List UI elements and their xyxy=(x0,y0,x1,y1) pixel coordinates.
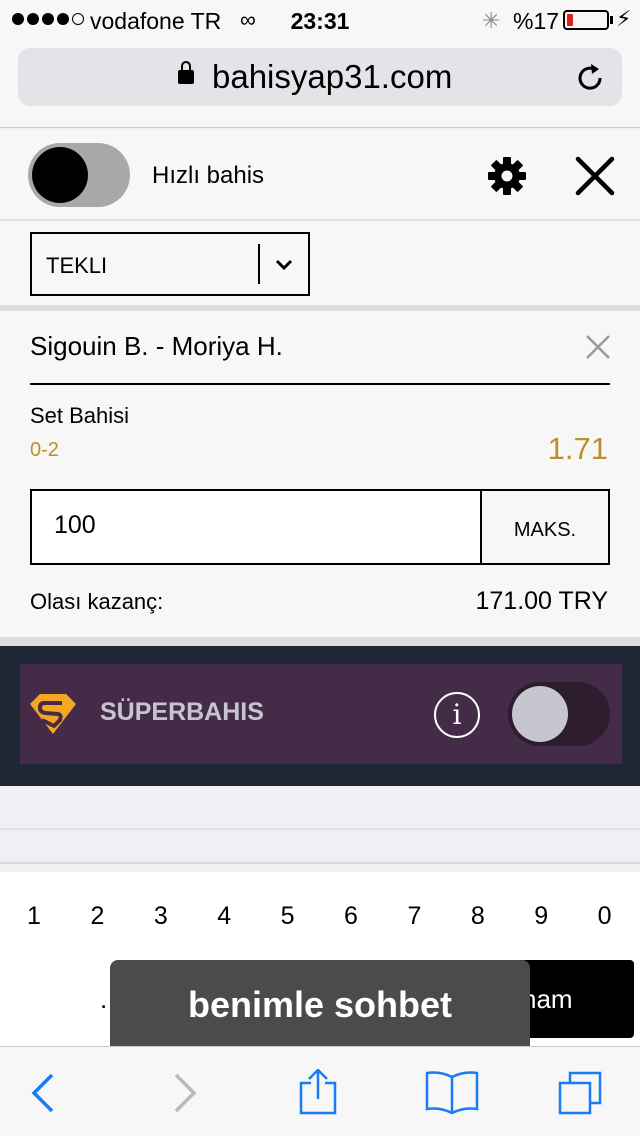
charging-bolt-icon: ⚡ xyxy=(616,6,632,31)
info-icon[interactable]: i xyxy=(434,692,480,738)
number-key-3[interactable]: 3 xyxy=(146,902,176,931)
number-key-8[interactable]: 8 xyxy=(463,902,493,931)
number-key-9[interactable]: 9 xyxy=(526,902,556,931)
bet-selection-card: Sigouin B. - Moriya H. Set Bahisi 0-2 1.… xyxy=(0,311,640,637)
reload-icon[interactable] xyxy=(574,62,606,94)
activity-spinner-icon: ✳ xyxy=(482,8,501,33)
bet-type-row: TEKLI xyxy=(0,221,640,305)
superbet-section: SÜPERBAHIS i xyxy=(0,646,640,786)
bet-type-select[interactable]: TEKLI xyxy=(30,232,310,296)
address-bar-container: bahisyap31.com xyxy=(0,40,640,128)
browser-toolbar xyxy=(0,1046,640,1136)
market-name: Set Bahisi xyxy=(30,403,130,428)
selection-pick: 0-2 xyxy=(30,439,59,461)
battery-icon xyxy=(563,10,609,30)
share-icon[interactable] xyxy=(294,1069,342,1117)
chevron-down-icon xyxy=(275,259,293,271)
superbet-logo-icon xyxy=(30,694,76,734)
address-bar[interactable]: bahisyap31.com xyxy=(18,48,622,106)
tabs-icon[interactable] xyxy=(556,1069,604,1117)
forward-arrow-icon[interactable] xyxy=(160,1069,208,1117)
stake-input[interactable]: 100 xyxy=(30,489,482,565)
empty-row xyxy=(0,830,640,864)
back-arrow-icon[interactable] xyxy=(20,1069,68,1117)
gear-icon[interactable] xyxy=(486,155,528,197)
decimal-key[interactable]: . xyxy=(100,984,107,1015)
number-key-6[interactable]: 6 xyxy=(336,902,366,931)
remove-selection-icon[interactable] xyxy=(584,333,612,361)
number-key-2[interactable]: 2 xyxy=(82,902,112,931)
bet-slip-header: Hızlı bahis xyxy=(0,129,640,221)
number-key-1[interactable]: 1 xyxy=(19,902,49,931)
url-text[interactable]: bahisyap31.com xyxy=(212,58,452,96)
superbet-bar: SÜPERBAHIS i xyxy=(20,664,622,764)
bookmarks-icon[interactable] xyxy=(424,1069,480,1117)
battery-percentage: %17 xyxy=(513,8,560,34)
max-stake-button[interactable]: MAKS. xyxy=(480,489,610,565)
status-bar: vodafone TR ∞ 23:31 ✳ %17 ⚡ xyxy=(0,0,640,40)
bet-slip: Hızlı bahis TEKLI Sigouin B. - Moriya H.… xyxy=(0,129,640,649)
number-key-4[interactable]: 4 xyxy=(209,902,239,931)
card-divider xyxy=(30,383,610,385)
superbet-label: SÜPERBAHIS xyxy=(100,698,264,726)
potential-win-value: 171.00 TRY xyxy=(475,587,608,615)
number-key-row: 1 2 3 4 5 6 7 8 9 0 xyxy=(0,872,640,958)
close-icon[interactable] xyxy=(574,155,616,197)
battery-tip xyxy=(610,16,613,24)
potential-win-label: Olası kazanç: xyxy=(30,589,164,614)
number-key-5[interactable]: 5 xyxy=(273,902,303,931)
number-key-7[interactable]: 7 xyxy=(399,902,429,931)
quick-bet-toggle[interactable] xyxy=(28,143,130,207)
match-name: Sigouin B. - Moriya H. xyxy=(30,331,283,361)
number-key-0[interactable]: 0 xyxy=(590,902,620,931)
select-divider xyxy=(258,244,260,284)
odds-value: 1.71 xyxy=(547,431,608,466)
empty-row xyxy=(0,786,640,830)
lock-icon xyxy=(178,61,194,84)
quick-bet-label: Hızlı bahis xyxy=(152,162,265,189)
chat-button[interactable]: benimle sohbet xyxy=(110,960,530,1050)
bet-type-value: TEKLI xyxy=(46,253,108,278)
superbet-toggle[interactable] xyxy=(508,682,610,746)
